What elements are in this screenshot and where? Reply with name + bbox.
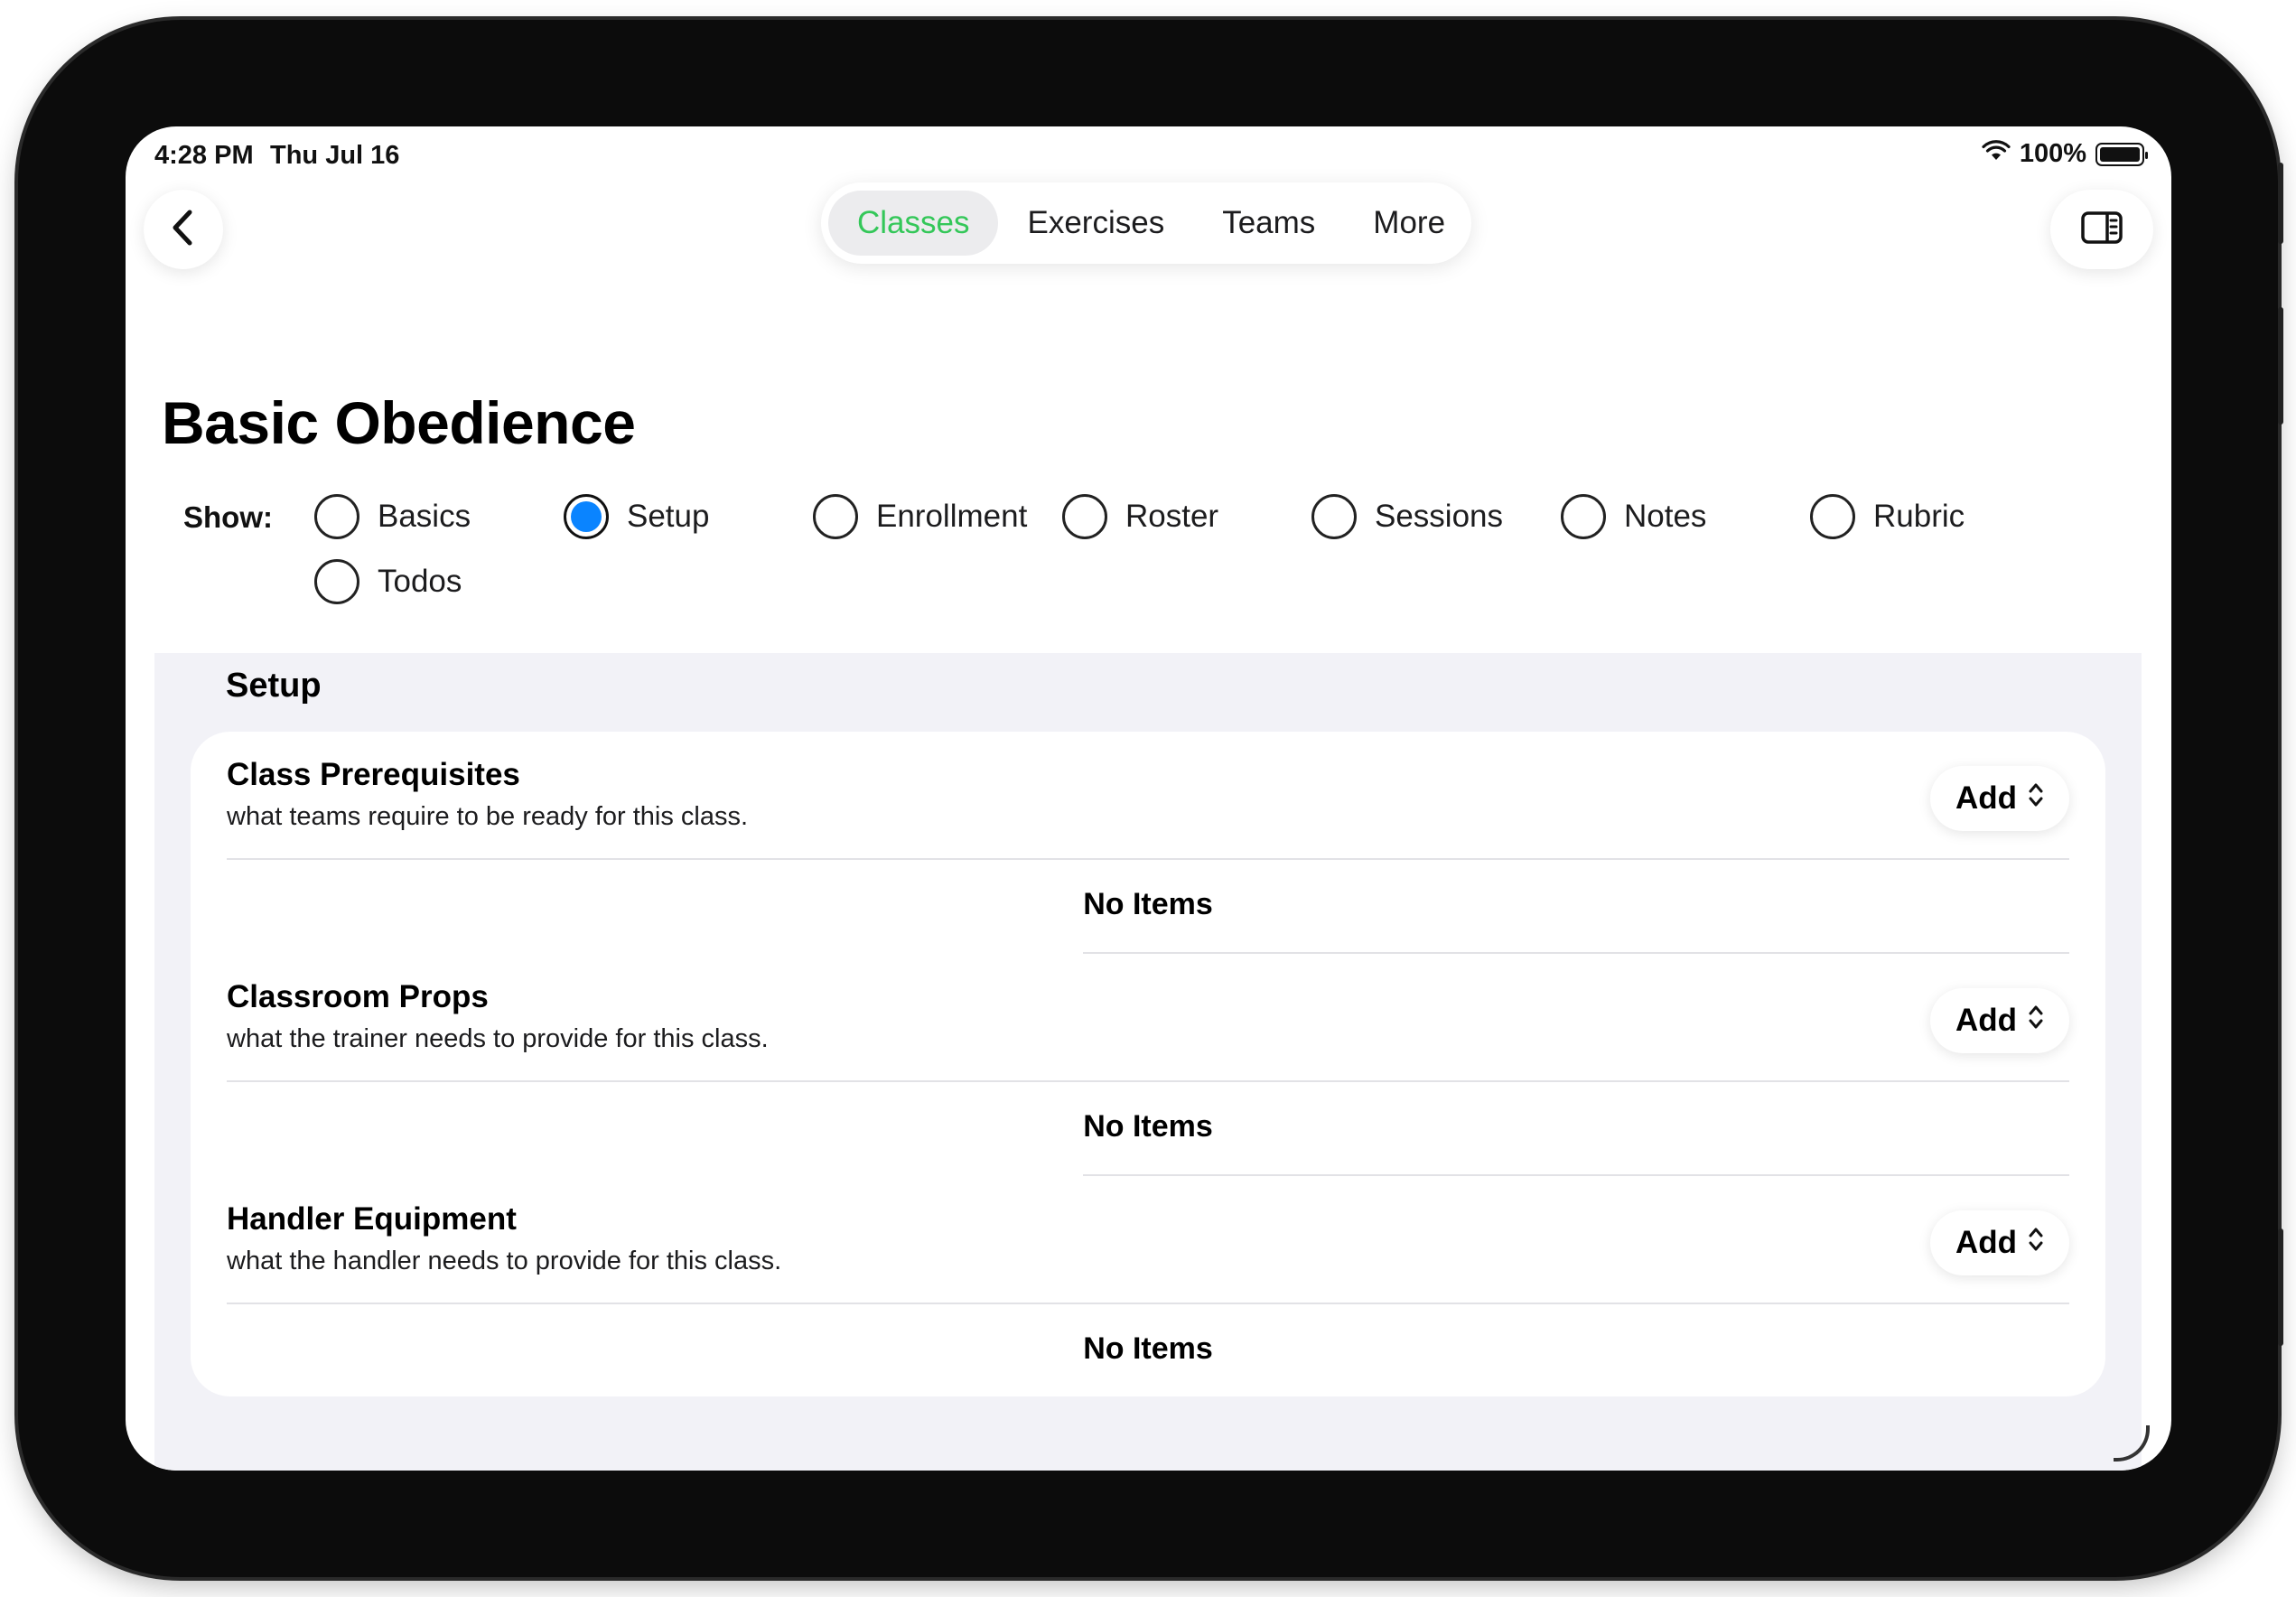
- chevron-up-down-icon: [2028, 1003, 2044, 1039]
- add-prop-button[interactable]: Add: [1930, 988, 2069, 1053]
- divider: [227, 1080, 2069, 1082]
- side-button-lower: [2278, 1228, 2283, 1346]
- group-description: what the trainer needs to provide for th…: [227, 1024, 769, 1053]
- top-tab-bar: Classes Exercises Teams More: [821, 182, 1471, 264]
- radio-basics[interactable]: Basics: [314, 494, 471, 539]
- radio-label: Notes: [1624, 499, 1707, 534]
- add-label: Add: [1955, 1003, 2018, 1038]
- group-title: Classroom Props: [227, 979, 489, 1014]
- radio-rubric[interactable]: Rubric: [1810, 494, 1965, 539]
- group-handler-equipment: Handler Equipment what the handler needs…: [227, 1176, 2069, 1396]
- tab-classes[interactable]: Classes: [828, 191, 999, 256]
- divider: [227, 1303, 2069, 1304]
- setup-section-title: Setup: [226, 667, 322, 705]
- radio-sessions[interactable]: Sessions: [1311, 494, 1503, 539]
- radio-label: Setup: [627, 499, 710, 534]
- side-button-top: [2278, 163, 2283, 244]
- radio-setup[interactable]: Setup: [564, 494, 709, 539]
- side-button-volume: [2278, 307, 2283, 425]
- radio-label: Roster: [1125, 499, 1219, 534]
- empty-state-label: No Items: [1083, 887, 1213, 921]
- battery-icon: [2095, 142, 2148, 166]
- add-label: Add: [1955, 780, 2018, 816]
- tab-teams[interactable]: Teams: [1193, 191, 1344, 256]
- group-classroom-props: Classroom Props what the trainer needs t…: [227, 954, 2069, 1176]
- chevron-up-down-icon: [2028, 780, 2044, 817]
- radio-notes[interactable]: Notes: [1561, 494, 1706, 539]
- radio-circle: [1810, 494, 1855, 539]
- radio-label: Sessions: [1375, 499, 1504, 534]
- radio-roster[interactable]: Roster: [1062, 494, 1218, 539]
- show-label: Show:: [183, 500, 273, 534]
- chevron-up-down-icon: [2028, 1225, 2044, 1261]
- page-title: Basic Obedience: [162, 389, 636, 456]
- empty-state-label: No Items: [1083, 1109, 1213, 1144]
- status-time: 4:28 PM: [154, 141, 254, 170]
- radio-circle: [1311, 494, 1357, 539]
- radio-circle: [1062, 494, 1107, 539]
- battery-percent: 100%: [2019, 139, 2086, 168]
- radio-circle: [314, 559, 359, 604]
- radio-label: Todos: [378, 564, 462, 599]
- add-equipment-button[interactable]: Add: [1930, 1210, 2069, 1275]
- chevron-left-icon: [170, 209, 197, 251]
- radio-todos[interactable]: Todos: [314, 559, 462, 604]
- wifi-icon: [1982, 139, 2011, 169]
- radio-selected-dot: [571, 501, 602, 532]
- group-title: Handler Equipment: [227, 1201, 517, 1237]
- radio-circle: [813, 494, 858, 539]
- group-title: Class Prerequisites: [227, 757, 520, 792]
- radio-circle: [1561, 494, 1606, 539]
- group-description: what teams require to be ready for this …: [227, 802, 749, 831]
- radio-circle: [314, 494, 359, 539]
- divider: [227, 858, 2069, 860]
- radio-circle-selected: [564, 494, 609, 539]
- sidebar-right-icon: [2080, 210, 2123, 249]
- status-indicators: 100%: [1982, 139, 2148, 169]
- radio-label: Basics: [378, 499, 471, 534]
- tab-more[interactable]: More: [1344, 191, 1474, 256]
- resize-grip-icon[interactable]: [2114, 1425, 2150, 1462]
- app-screen: 4:28 PM Thu Jul 16 100% Classes Exercise…: [126, 126, 2171, 1471]
- add-label: Add: [1955, 1225, 2018, 1260]
- status-date: Thu Jul 16: [270, 141, 400, 170]
- empty-state-label: No Items: [1083, 1331, 1213, 1366]
- group-description: what the handler needs to provide for th…: [227, 1247, 782, 1275]
- radio-label: Enrollment: [876, 499, 1028, 534]
- sidebar-toggle-button[interactable]: [2050, 190, 2153, 269]
- tab-exercises[interactable]: Exercises: [998, 191, 1193, 256]
- setup-card: Class Prerequisites what teams require t…: [191, 732, 2105, 1396]
- radio-enrollment[interactable]: Enrollment: [813, 494, 1027, 539]
- radio-label: Rubric: [1873, 499, 1965, 534]
- add-prerequisite-button[interactable]: Add: [1930, 766, 2069, 831]
- group-class-prerequisites: Class Prerequisites what teams require t…: [227, 732, 2069, 954]
- back-button[interactable]: [144, 190, 223, 269]
